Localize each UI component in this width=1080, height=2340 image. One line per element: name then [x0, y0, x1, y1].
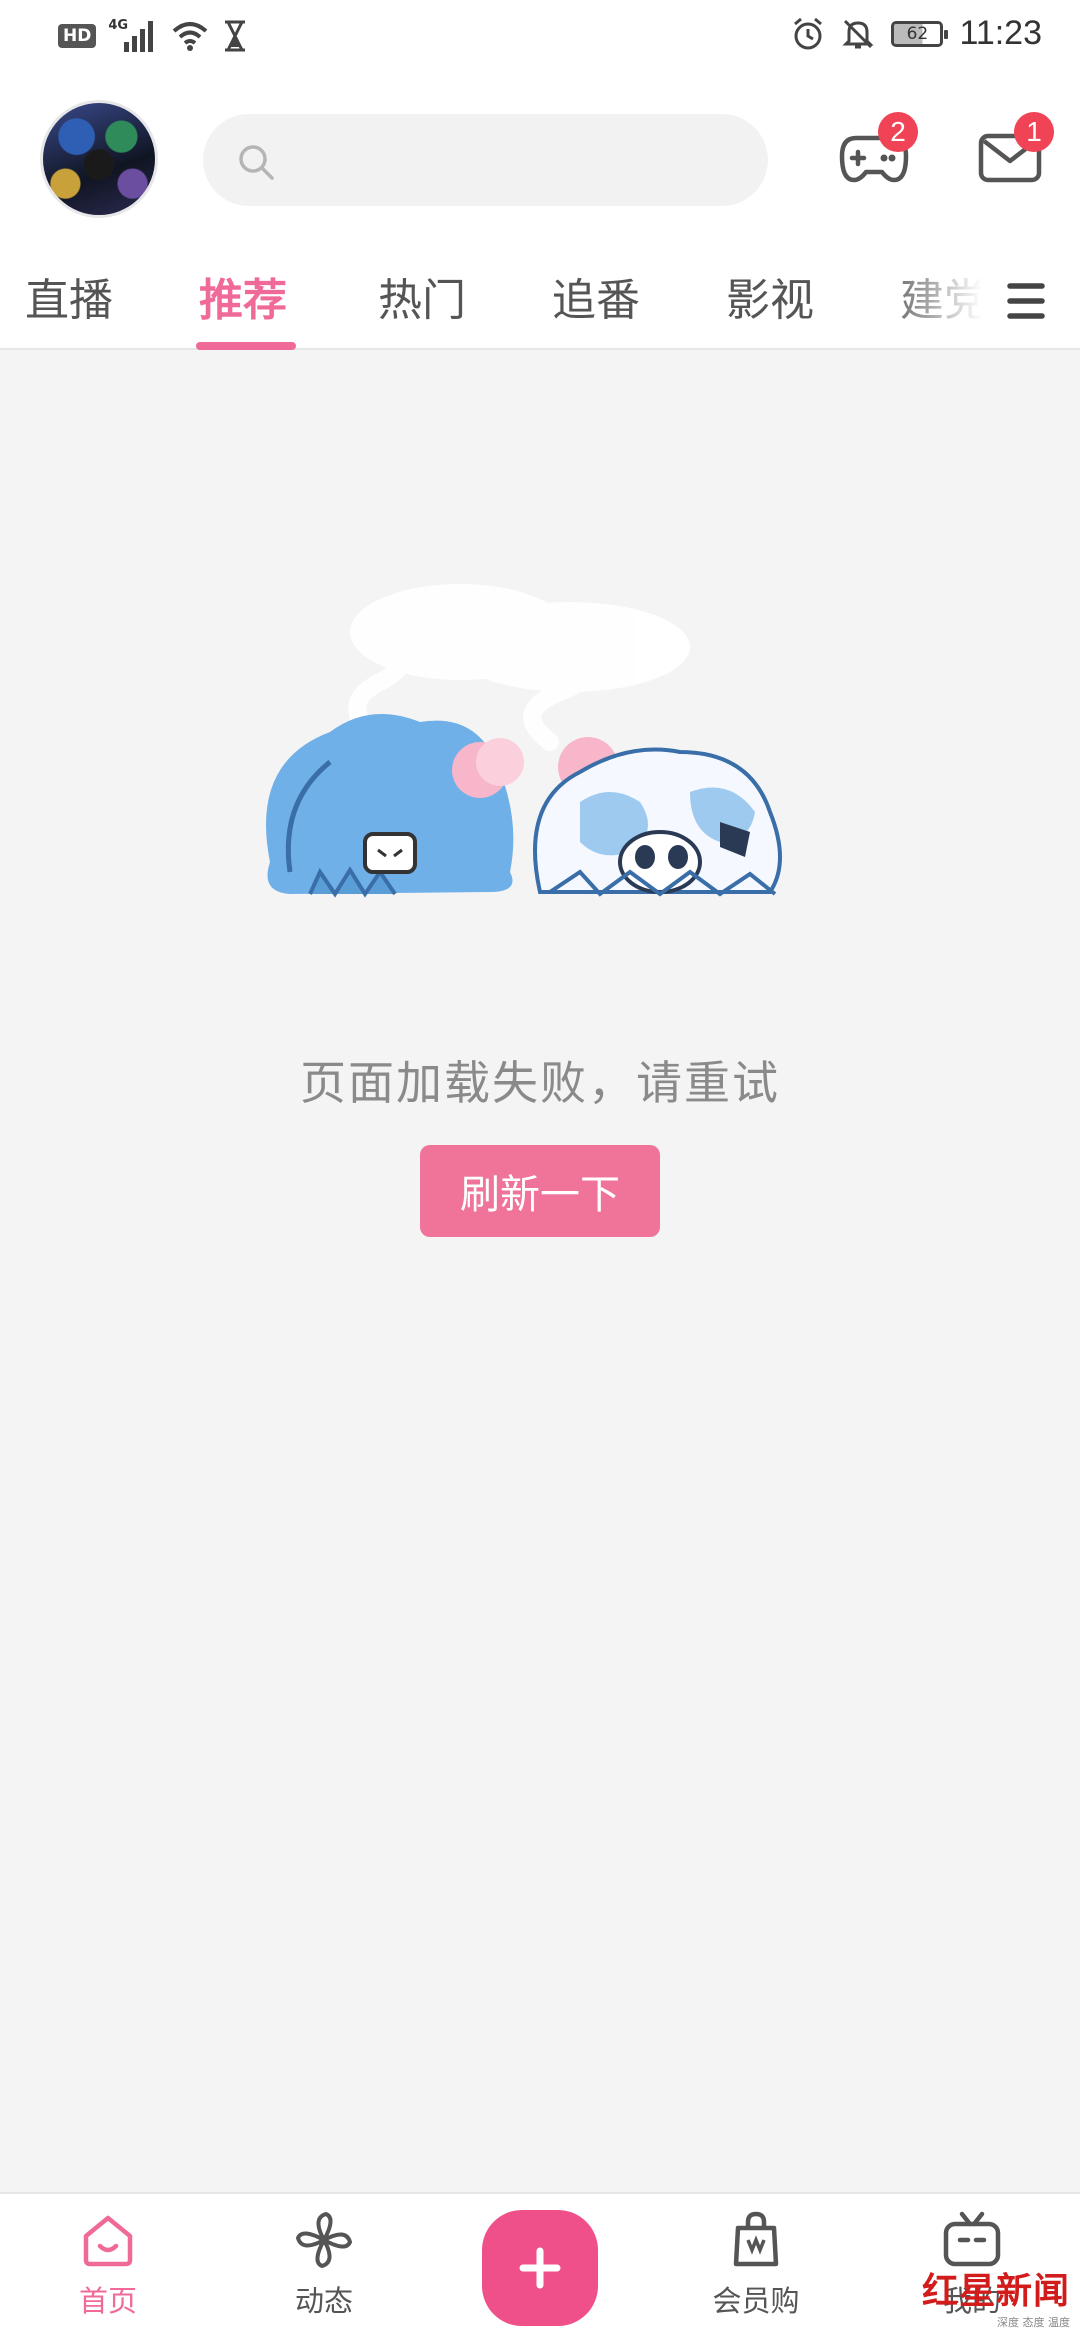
error-message: 页面加载失败，请重试: [300, 1056, 780, 1110]
search-input[interactable]: [203, 114, 768, 206]
avatar[interactable]: [40, 100, 158, 218]
news-watermark: 红星新闻 深度 态度 温度: [922, 2262, 1070, 2330]
search-icon: [239, 145, 274, 180]
nav-dynamic-label: 动态: [294, 2284, 353, 2318]
error-illustration: [266, 584, 782, 898]
channel-menu-button[interactable]: [996, 272, 1054, 330]
watermark-text: 红星新闻: [921, 2270, 1070, 2312]
nav-vip-shop-label: 会员购: [712, 2284, 800, 2318]
signal-icon: 4G: [108, 18, 158, 54]
status-bar: HD 4G 62 11:23: [0, 0, 1080, 72]
pinwheel-icon: [295, 2211, 353, 2269]
tab-live[interactable]: 直播: [25, 264, 113, 328]
messages-button[interactable]: 1: [970, 112, 1054, 198]
nav-dynamic[interactable]: 动态: [244, 2208, 404, 2320]
home-icon: [83, 2215, 133, 2267]
menu-icon: [1007, 283, 1045, 319]
shopping-bag-icon: [733, 2211, 779, 2267]
game-center-button[interactable]: 2: [834, 112, 918, 198]
battery-icon: 62: [891, 20, 949, 47]
alarm-icon: [794, 17, 823, 49]
plus-icon: [519, 2247, 561, 2289]
nav-home[interactable]: 首页: [28, 2208, 188, 2320]
top-header: 2 1: [0, 72, 1080, 250]
tab-anime[interactable]: 追番: [552, 264, 640, 328]
mute-icon: [842, 19, 875, 48]
hourglass-icon: [225, 20, 246, 52]
tab-movies[interactable]: 影视: [726, 264, 814, 328]
tab-hot[interactable]: 热门: [378, 264, 466, 328]
bottom-nav: 首页 动态 会员购 我的 红星新闻 深度 态度 温度: [0, 2192, 1080, 2340]
tab-fade: [880, 250, 1000, 348]
tab-recommend[interactable]: 推荐: [199, 264, 287, 328]
watermark-sub: 深度 态度 温度: [997, 2316, 1070, 2329]
clock: 11:23: [959, 14, 1042, 52]
publish-button[interactable]: [482, 2210, 598, 2326]
active-tab-indicator: [196, 342, 296, 350]
nav-vip-shop[interactable]: 会员购: [676, 2208, 836, 2320]
status-left: HD 4G: [58, 18, 248, 54]
status-right: 62 11:23: [791, 14, 1042, 53]
content-area: 页面加载失败，请重试 刷新一下: [0, 352, 1080, 2192]
channel-tabs: 直播 推荐 热门 追番 影视 建党: [0, 250, 1080, 350]
game-badge: 2: [878, 112, 918, 152]
mail-badge: 1: [1014, 112, 1054, 152]
hd-indicator: HD: [58, 24, 97, 48]
refresh-button[interactable]: 刷新一下: [420, 1145, 660, 1237]
nav-home-label: 首页: [78, 2284, 137, 2318]
network-type: 4G: [108, 18, 129, 33]
wifi-icon: [173, 22, 208, 51]
